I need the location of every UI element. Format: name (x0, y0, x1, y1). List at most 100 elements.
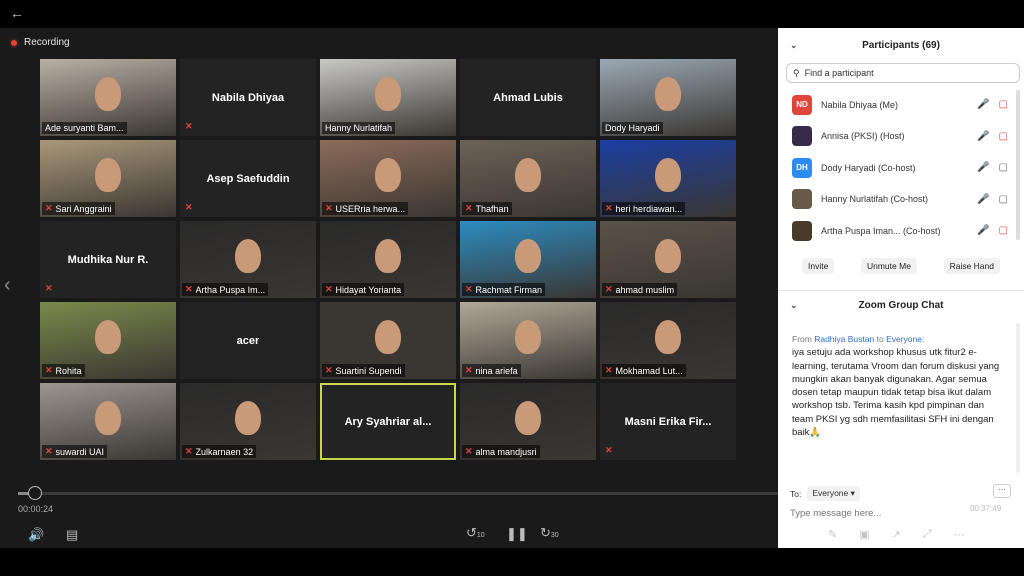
participant-video (655, 320, 681, 354)
participant-name-label: ✕ Hidayat Yorianta (322, 283, 405, 296)
muted-mic-icon: 🎤 (977, 130, 990, 142)
share-icon[interactable]: ↗ (892, 528, 901, 541)
participant-tile[interactable]: ✕ heri herdiawan... (600, 140, 736, 217)
participant-name-label: ✕ nina ariefa (462, 364, 521, 377)
participant-tile[interactable]: Mudhika Nur R. ✕ (40, 221, 176, 298)
participant-row-name: Artha Puspa Iman... (Co-host) (821, 225, 941, 236)
muted-mic-icon: ✕ (465, 365, 473, 375)
chevron-down-icon: ▾ (850, 488, 855, 498)
participant-name-label: ✕ Artha Puspa Im... (182, 283, 269, 296)
participant-name: ahmad muslim (615, 284, 675, 295)
chat-message-input[interactable] (790, 508, 990, 519)
participant-name-label: ✕ ahmad muslim (602, 283, 678, 296)
playback-progress-bar[interactable] (18, 486, 778, 500)
participant-name: Thafhan (475, 203, 509, 214)
participant-tile[interactable]: ✕ Rohita (40, 302, 176, 379)
forward-30-icon[interactable]: ↻30 (540, 525, 559, 541)
progress-knob[interactable] (28, 486, 42, 500)
participant-name: Dody Haryadi (605, 123, 660, 133)
chevron-down-icon[interactable]: ⌄ (790, 40, 798, 51)
participant-tile[interactable]: ✕ Sari Anggraini (40, 140, 176, 217)
participant-row[interactable]: ND Nabila Dhiyaa (Me) 🎤 ▢ (778, 89, 1024, 121)
participant-tile[interactable]: ✕ suwardi UAI (40, 383, 176, 460)
participant-video (655, 239, 681, 273)
participant-row[interactable]: Artha Puspa Iman... (Co-host) 🎤 ▢ (778, 215, 1024, 247)
participant-tile[interactable]: Hanny Nurlatifah (320, 59, 456, 136)
participant-tile[interactable]: Asep Saefuddin ✕ (180, 140, 316, 217)
video-icon: ▢ (998, 193, 1008, 205)
rewind-10-icon[interactable]: ↺10 (466, 525, 485, 541)
participant-tile[interactable]: ✕ Thafhan (460, 140, 596, 217)
participant-tile[interactable]: ✕ Hidayat Yorianta (320, 221, 456, 298)
participant-tile[interactable]: ✕ nina ariefa (460, 302, 596, 379)
volume-icon[interactable]: 🔊 (28, 527, 44, 543)
participant-name: Masni Erika Fir... (624, 415, 712, 428)
muted-mic-icon: ✕ (465, 203, 473, 213)
chat-header: ⌄ Zoom Group Chat (778, 294, 1024, 316)
participant-scrollbar[interactable] (1016, 90, 1020, 240)
pause-icon[interactable]: ❚❚ (506, 526, 528, 542)
participant-name: Asep Saefuddin (206, 172, 290, 185)
participant-video (235, 239, 261, 273)
participant-video (515, 320, 541, 354)
participant-tile[interactable]: ✕ Suartini Supendi (320, 302, 456, 379)
participant-name: Hanny Nurlatifah (325, 123, 393, 133)
recipient-select[interactable]: Everyone ▾ (807, 486, 860, 501)
participant-tile[interactable]: Ary Syahriar al... (320, 383, 456, 460)
captions-icon[interactable]: ▤ (66, 527, 78, 543)
participant-name-label: ✕ heri herdiawan... (602, 202, 686, 215)
more-icon[interactable]: ⋯ (954, 528, 965, 541)
participant-tile[interactable]: acer (180, 302, 316, 379)
muted-mic-icon: ✕ (185, 121, 193, 131)
participant-tile[interactable]: ✕ ahmad muslim (600, 221, 736, 298)
chat-message: From Radhiya Bustan to Everyone: iya set… (792, 333, 1002, 439)
muted-mic-icon: ✕ (465, 284, 473, 294)
chat-scrollbar[interactable] (1016, 323, 1020, 473)
participant-status-icons: 🎤 ▢ (977, 194, 1008, 205)
participant-tile[interactable]: ✕ USERria herwa... (320, 140, 456, 217)
playback-timestamp: 00:00:24 (18, 504, 54, 514)
participant-video (375, 158, 401, 192)
muted-mic-icon: ✕ (325, 203, 333, 213)
participant-tile[interactable]: ✕ Zulkarnaen 32 (180, 383, 316, 460)
screen-icon[interactable]: ▣ (859, 528, 869, 541)
participant-row[interactable]: DH Dody Haryadi (Co-host) 🎤 ▢ (778, 152, 1024, 184)
chat-tools: ✎ ▣ ↗ ⤢ ⋯ (828, 528, 965, 541)
raise-hand-button[interactable]: Raise Hand (943, 258, 1000, 274)
previous-page-icon[interactable]: ‹ (4, 274, 11, 297)
participant-tile[interactable]: ✕ Rachmat Firman (460, 221, 596, 298)
chat-to-label: to (876, 334, 884, 344)
chevron-down-icon[interactable]: ⌄ (790, 300, 798, 311)
more-options-icon[interactable]: ⋯ (993, 484, 1011, 498)
participant-row[interactable]: Hanny Nurlatifah (Co-host) 🎤 ▢ (778, 184, 1024, 216)
participant-tile[interactable]: ✕ Mokhamad Lut... (600, 302, 736, 379)
chat-sender[interactable]: Radhiya Bustan (814, 334, 874, 344)
video-off-icon: ▢ (998, 99, 1008, 111)
participant-video (95, 77, 121, 111)
participant-row[interactable]: Annisa (PKSI) (Host) 🎤 ▢ (778, 121, 1024, 153)
invite-button[interactable]: Invite (802, 258, 835, 274)
back-arrow-icon[interactable]: ← (10, 5, 24, 21)
participant-search[interactable]: ⚲ Find a participant (786, 63, 1020, 83)
avatar: DH (792, 157, 812, 178)
participant-tile[interactable]: Masni Erika Fir... ✕ (600, 383, 736, 460)
participant-actions: Invite Unmute Me Raise Hand (778, 258, 1024, 274)
chat-recipient: Everyone: (886, 334, 925, 344)
zoom-recording-player: ← Recording ‹ Ade suryanti Bam... Nabila … (0, 0, 1024, 576)
participant-name: Ahmad Lubis (493, 91, 563, 104)
participant-name: Mudhika Nur R. (67, 253, 149, 266)
participant-tile[interactable]: ✕ Artha Puspa Im... (180, 221, 316, 298)
participant-tile[interactable]: Ade suryanti Bam... (40, 59, 176, 136)
expand-icon[interactable]: ⤢ (923, 528, 932, 541)
participant-tile[interactable]: Nabila Dhiyaa ✕ (180, 59, 316, 136)
pen-icon[interactable]: ✎ (828, 528, 837, 541)
participant-name: Suartini Supendi (335, 365, 402, 376)
unmute-me-button[interactable]: Unmute Me (860, 258, 917, 274)
muted-mic-icon: ✕ (45, 365, 53, 375)
participant-tile[interactable]: Dody Haryadi (600, 59, 736, 136)
chat-message-text: iya setuju ada workshop khusus utk fitur… (792, 347, 1000, 439)
chat-title: Zoom Group Chat (858, 299, 944, 311)
participant-tile[interactable]: ✕ alma mandjusri (460, 383, 596, 460)
avatar: ND (792, 94, 812, 115)
participant-tile[interactable]: Ahmad Lubis (460, 59, 596, 136)
